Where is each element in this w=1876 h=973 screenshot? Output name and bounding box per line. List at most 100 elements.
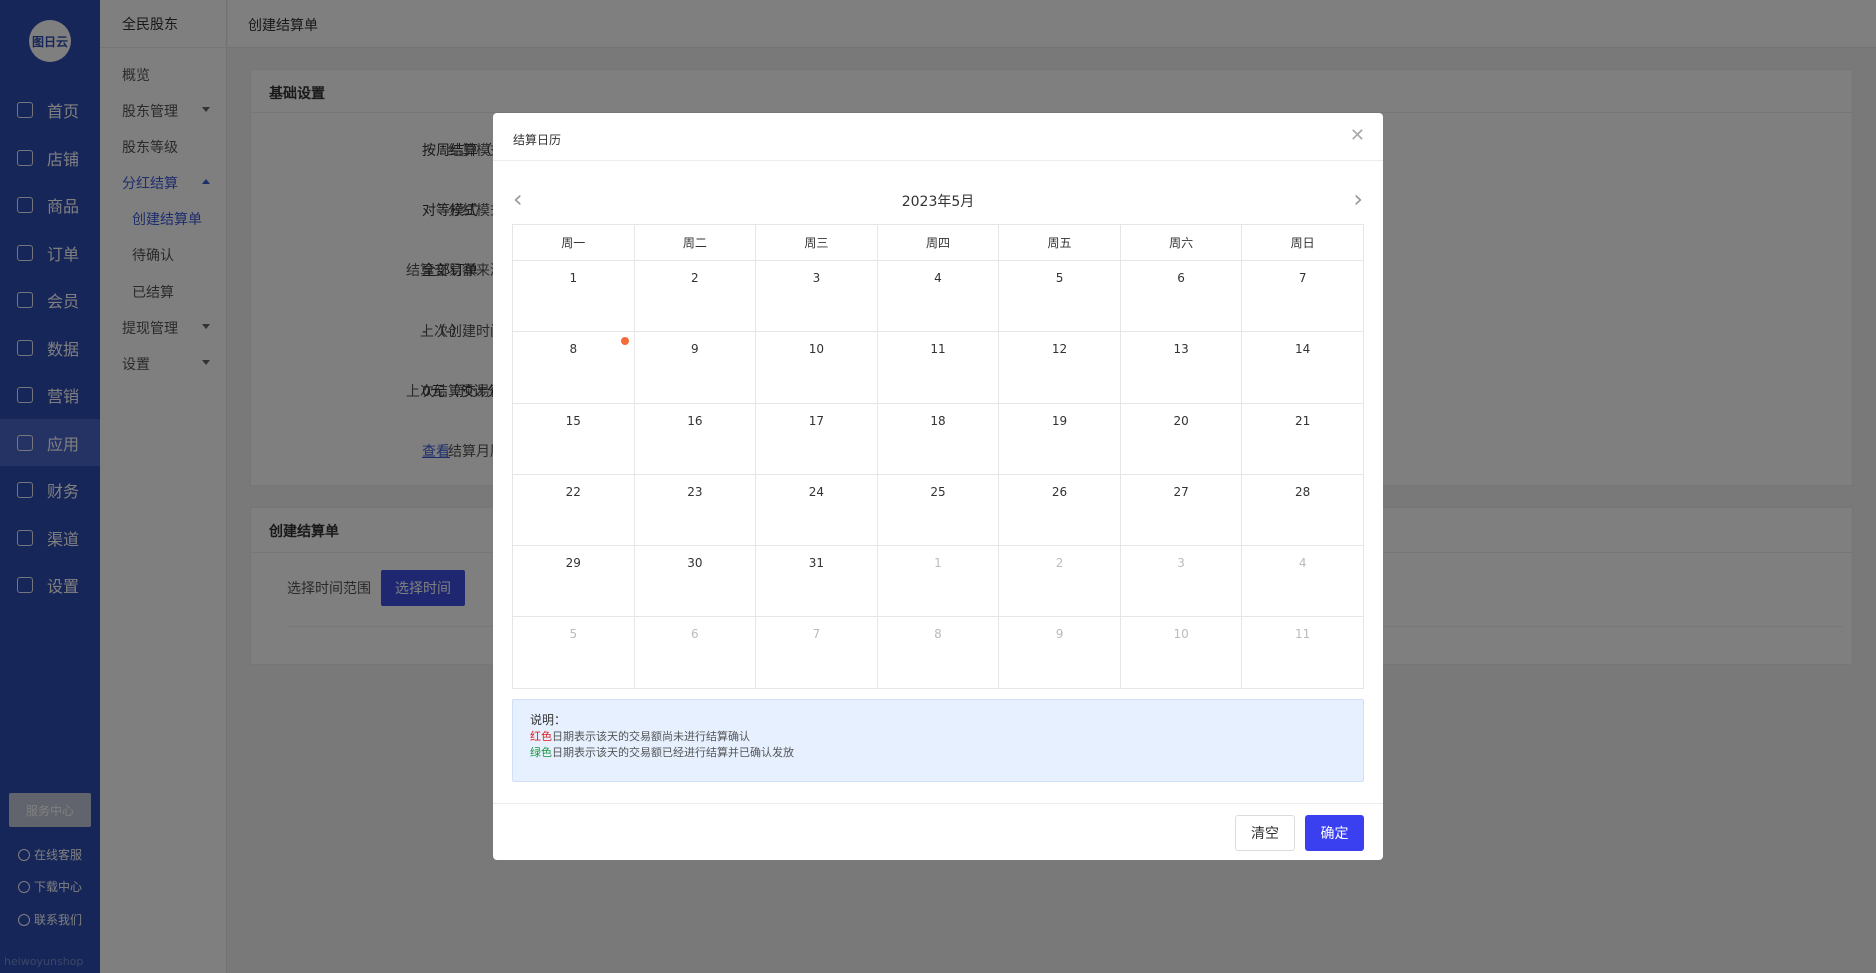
legend-note: 说明： 红色日期表示该天的交易额尚未进行结算确认 绿色日期表示该天的交易额已经进… [512, 699, 1364, 782]
day-number: 6 [691, 627, 699, 642]
day-number: 6 [1177, 271, 1185, 285]
day-number: 2 [1055, 556, 1064, 571]
calendar-month: 2023年5月 [901, 194, 975, 210]
calendar-day[interactable]: 18 [876, 402, 1000, 475]
calendar-day[interactable]: 15 [512, 402, 635, 475]
day-number: 4 [934, 271, 942, 285]
modal-title: 结算日历 [513, 133, 562, 147]
note-text: 日期表示该天的交易额已经进行结算并已确认发放 [552, 746, 794, 759]
calendar-day[interactable]: 30 [633, 545, 757, 618]
calendar-day[interactable]: 13 [1119, 331, 1243, 404]
note-title: 说明： [530, 713, 567, 727]
day-number: 11 [930, 342, 946, 357]
day-number: 8 [934, 627, 942, 642]
calendar-day[interactable]: 11 [876, 331, 1000, 404]
day-number: 5 [1055, 271, 1064, 285]
calendar-day[interactable]: 31 [755, 545, 878, 618]
day-number: 2 [691, 271, 699, 285]
day-number: 10 [1173, 627, 1189, 642]
weekday-header: 周日 [1241, 224, 1364, 261]
day-number: 20 [1173, 413, 1189, 428]
calendar-day[interactable]: 25 [876, 473, 1000, 547]
day-number: 28 [1295, 484, 1311, 499]
clear-button[interactable]: 清空 [1235, 815, 1295, 851]
day-number: 30 [687, 556, 703, 571]
calendar-day[interactable]: 1 [512, 259, 635, 333]
calendar-day-other-month[interactable]: 6 [633, 616, 757, 689]
day-number: 29 [565, 556, 581, 571]
day-number: 26 [1051, 484, 1068, 499]
day-number: 22 [565, 484, 581, 499]
calendar-day-other-month[interactable]: 5 [512, 616, 635, 689]
note-red-line: 红色日期表示该天的交易额尚未进行结算确认 [530, 729, 1346, 745]
day-number: 3 [1177, 556, 1185, 571]
weekday-header: 周三 [755, 224, 878, 261]
calendar-day[interactable]: 20 [1119, 402, 1243, 475]
calendar-day[interactable]: 22 [512, 473, 635, 547]
calendar-day-other-month[interactable]: 9 [998, 616, 1121, 689]
day-number: 5 [569, 627, 578, 642]
green-keyword: 绿色 [530, 746, 552, 759]
weekday-header: 周六 [1119, 224, 1243, 261]
calendar-day-other-month[interactable]: 2 [998, 545, 1121, 618]
day-number: 3 [812, 271, 821, 285]
calendar-day[interactable]: 4 [876, 259, 1000, 333]
day-number: 24 [808, 484, 825, 499]
calendar-day[interactable]: 5 [998, 259, 1121, 333]
chevron-right-icon[interactable]: › [1353, 187, 1363, 211]
day-number: 1 [569, 271, 578, 285]
confirm-button[interactable]: 确定 [1305, 815, 1364, 851]
calendar-day[interactable]: 29 [512, 545, 635, 618]
calendar-day[interactable]: 12 [998, 331, 1121, 404]
calendar-day-other-month[interactable]: 8 [876, 616, 1000, 689]
day-number: 16 [687, 413, 703, 428]
calendar-day[interactable]: 17 [755, 402, 878, 475]
calendar-day-other-month[interactable]: 10 [1119, 616, 1243, 689]
calendar-day-other-month[interactable]: 3 [1119, 545, 1243, 618]
weekday-header: 周二 [633, 224, 757, 261]
calendar-day[interactable]: 3 [755, 259, 878, 333]
day-number: 10 [808, 342, 825, 357]
day-number: 12 [1051, 342, 1068, 357]
calendar-day[interactable]: 21 [1241, 402, 1364, 475]
calendar-day[interactable]: 26 [998, 473, 1121, 547]
calendar-day[interactable]: 6 [1119, 259, 1243, 333]
calendar-day-other-month[interactable]: 11 [1241, 616, 1364, 689]
settlement-calendar-modal: 结算日历 ✕ ‹ 2023年5月 › 周一 周二 周三 周四 周五 周六 周日 … [493, 113, 1383, 860]
calendar-day[interactable]: 8 [512, 331, 635, 404]
day-number: 18 [930, 413, 946, 428]
calendar-day[interactable]: 19 [998, 402, 1121, 475]
day-number: 14 [1295, 342, 1311, 357]
close-icon[interactable]: ✕ [1350, 126, 1365, 146]
note-green-line: 绿色日期表示该天的交易额已经进行结算并已确认发放 [530, 745, 1346, 761]
calendar-day[interactable]: 23 [633, 473, 757, 547]
calendar-day[interactable]: 2 [633, 259, 757, 333]
divider [493, 160, 1383, 161]
calendar-day[interactable]: 9 [633, 331, 757, 404]
calendar-day[interactable]: 28 [1241, 473, 1364, 547]
day-number: 1 [934, 556, 942, 571]
day-number: 17 [808, 413, 825, 428]
divider [493, 803, 1383, 804]
weekday-header: 周一 [512, 224, 635, 261]
day-number: 9 [1055, 627, 1064, 642]
calendar-day[interactable]: 27 [1119, 473, 1243, 547]
calendar-day[interactable]: 7 [1241, 259, 1364, 333]
red-keyword: 红色 [530, 730, 552, 743]
weekday-header: 周四 [876, 224, 1000, 261]
day-number: 19 [1051, 413, 1068, 428]
day-number: 15 [565, 413, 581, 428]
calendar-day-other-month[interactable]: 1 [876, 545, 1000, 618]
calendar-day[interactable]: 10 [755, 331, 878, 404]
calendar-day[interactable]: 14 [1241, 331, 1364, 404]
day-number: 9 [691, 342, 699, 357]
calendar-day[interactable]: 24 [755, 473, 878, 547]
calendar-day-other-month[interactable]: 4 [1241, 545, 1364, 618]
calendar-day-other-month[interactable]: 7 [755, 616, 878, 689]
day-number: 13 [1173, 342, 1189, 357]
day-number: 7 [812, 627, 821, 642]
weekday-header: 周五 [998, 224, 1121, 261]
day-number: 25 [930, 484, 946, 499]
calendar-day[interactable]: 16 [633, 402, 757, 475]
day-number: 8 [569, 342, 578, 357]
